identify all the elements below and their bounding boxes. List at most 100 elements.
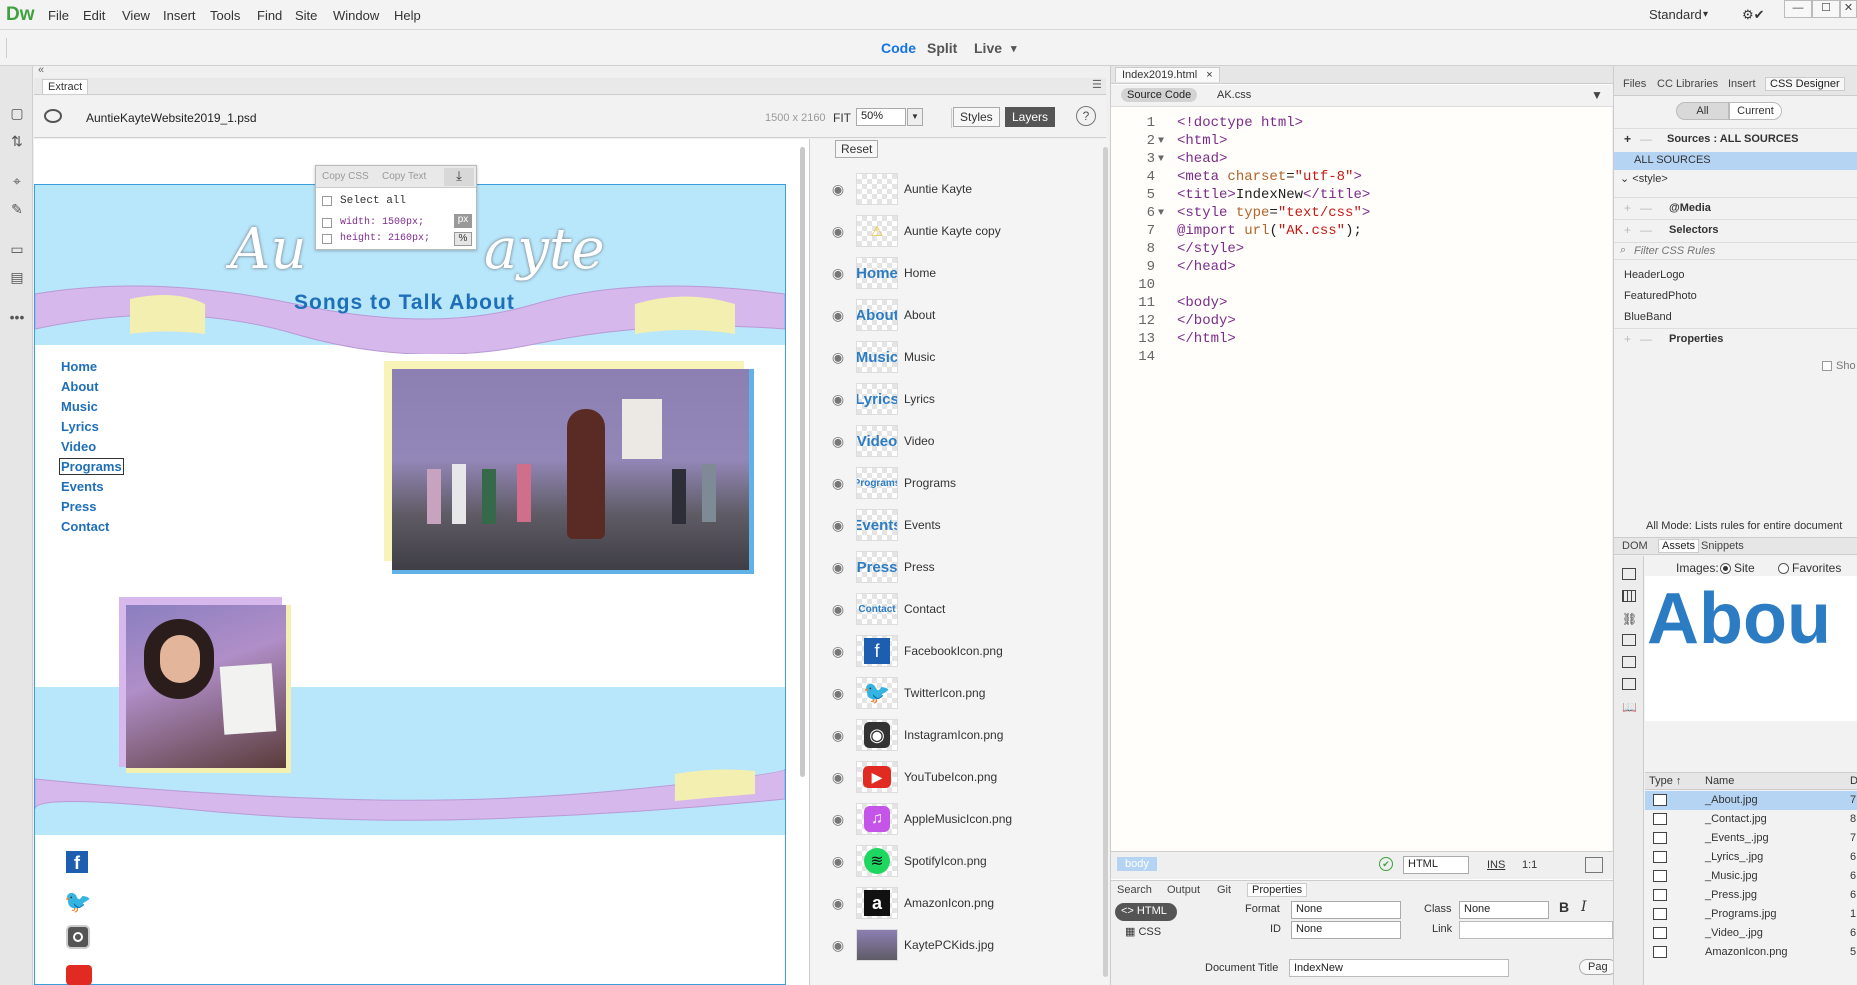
reset-button[interactable]: Reset bbox=[835, 140, 879, 158]
code-area[interactable]: 1 <!doctype html> 2 ▼ <html> 3 ▼ <head> 4 <met… bbox=[1111, 114, 1613, 366]
asset-row[interactable]: _Programs.jpg 1 bbox=[1645, 905, 1857, 924]
col-name[interactable]: Name bbox=[1705, 775, 1734, 787]
selector-headerlogo[interactable]: HeaderLogo bbox=[1624, 269, 1685, 281]
height-checkbox[interactable] bbox=[322, 234, 332, 244]
images-icon[interactable] bbox=[1622, 568, 1636, 580]
menu-view[interactable]: View bbox=[122, 8, 150, 23]
layer-row[interactable]: ◉ Home Home bbox=[810, 253, 1109, 295]
layer-row[interactable]: ◉ Programs Programs bbox=[810, 463, 1109, 505]
asset-row[interactable]: _Contact.jpg 8 bbox=[1645, 810, 1857, 829]
linting-ok-icon[interactable]: ✔ bbox=[1379, 857, 1393, 871]
code-view-button[interactable]: Code bbox=[881, 40, 916, 56]
asset-row[interactable]: _Music.jpg 6 bbox=[1645, 867, 1857, 886]
maximize-icon[interactable]: ☐ bbox=[1812, 0, 1840, 18]
width-checkbox[interactable] bbox=[322, 218, 332, 228]
menu-window[interactable]: Window bbox=[333, 8, 379, 23]
unit-px-toggle[interactable]: px bbox=[454, 214, 472, 228]
menu-site[interactable]: Site bbox=[295, 8, 317, 23]
nav-lyrics[interactable]: Lyrics bbox=[61, 419, 99, 434]
eye-icon[interactable]: ◉ bbox=[830, 433, 846, 449]
brush-icon[interactable]: ✎ bbox=[8, 200, 26, 218]
copy-css-button[interactable]: Copy CSS bbox=[322, 171, 369, 182]
download-icon[interactable]: ⤓ bbox=[444, 168, 474, 186]
insert-mode[interactable]: INS bbox=[1487, 859, 1505, 871]
source-all-sources[interactable]: ALL SOURCES bbox=[1614, 152, 1857, 170]
canvas-scrollbar[interactable] bbox=[800, 147, 805, 777]
eye-icon[interactable]: ◉ bbox=[830, 307, 846, 323]
layer-row[interactable]: ◉ About About bbox=[810, 295, 1109, 337]
layer-row[interactable]: ◉ Press Press bbox=[810, 547, 1109, 589]
layer-row[interactable]: ◉ ◉ InstagramIcon.png bbox=[810, 715, 1109, 757]
close-tab-icon[interactable]: × bbox=[1206, 69, 1212, 81]
nav-events[interactable]: Events bbox=[61, 479, 104, 494]
col-type[interactable]: Type ↑ bbox=[1649, 775, 1681, 787]
sort-icon[interactable]: ⇅ bbox=[8, 132, 26, 150]
filter-css-rules-input[interactable] bbox=[1634, 244, 1844, 258]
page-properties-button[interactable]: Pag bbox=[1579, 959, 1617, 975]
link-icon[interactable]: ⛓ bbox=[1622, 612, 1637, 626]
add-media-icon[interactable]: + bbox=[1624, 201, 1631, 215]
eye-icon[interactable]: ◉ bbox=[830, 769, 846, 785]
layer-row[interactable]: ◉ Video Video bbox=[810, 421, 1109, 463]
layers-button[interactable]: Layers bbox=[1005, 107, 1056, 127]
close-icon[interactable]: ✕ bbox=[1840, 0, 1857, 18]
minimize-icon[interactable]: — bbox=[1784, 0, 1812, 18]
link-input[interactable] bbox=[1459, 921, 1613, 939]
selector-featuredphoto[interactable]: FeaturedPhoto bbox=[1624, 290, 1697, 302]
library-icon[interactable]: 📖 bbox=[1622, 700, 1637, 714]
templates-icon[interactable] bbox=[1622, 678, 1636, 690]
scripts-icon[interactable] bbox=[1622, 656, 1636, 668]
eye-icon[interactable]: ◉ bbox=[830, 643, 846, 659]
media-icon[interactable] bbox=[1622, 634, 1636, 646]
class-select[interactable]: None bbox=[1459, 901, 1549, 919]
add-selector-icon[interactable]: + bbox=[1624, 223, 1631, 237]
nav-music[interactable]: Music bbox=[61, 399, 98, 414]
twitter-icon[interactable]: 🐦 bbox=[64, 889, 92, 914]
extract-tab[interactable]: Extract bbox=[42, 79, 89, 94]
eye-icon[interactable]: ◉ bbox=[830, 475, 846, 491]
layout-icon[interactable]: ▤ bbox=[8, 268, 26, 286]
more-icon[interactable]: ••• bbox=[8, 308, 26, 326]
eye-icon[interactable]: ◉ bbox=[830, 727, 846, 743]
layer-row[interactable]: ◉ Contact Contact bbox=[810, 589, 1109, 631]
eye-icon[interactable]: ◉ bbox=[830, 811, 846, 827]
eye-icon[interactable]: ◉ bbox=[830, 937, 846, 953]
nav-contact[interactable]: Contact bbox=[61, 519, 109, 534]
tab-properties[interactable]: Properties bbox=[1247, 883, 1308, 897]
source-code-button[interactable]: Source Code bbox=[1121, 88, 1198, 102]
menu-find[interactable]: Find bbox=[257, 8, 282, 23]
asset-row[interactable]: AmazonIcon.png 5 bbox=[1645, 943, 1857, 962]
help-icon[interactable]: ? bbox=[1076, 106, 1096, 126]
asset-row[interactable]: _Lyrics_.jpg 6 bbox=[1645, 848, 1857, 867]
facebook-icon[interactable]: f bbox=[66, 851, 88, 873]
eye-icon[interactable]: ◉ bbox=[830, 517, 846, 533]
layer-row[interactable]: ◉ a AmazonIcon.png bbox=[810, 883, 1109, 925]
tab-assets[interactable]: Assets bbox=[1658, 539, 1700, 553]
layer-row[interactable]: ◉ ≋ SpotifyIcon.png bbox=[810, 841, 1109, 883]
panel-menu-icon[interactable]: ☰ bbox=[1092, 78, 1102, 91]
document-type-select[interactable]: HTML bbox=[1403, 856, 1469, 874]
layer-row[interactable]: ◉ Events Events bbox=[810, 505, 1109, 547]
col-dimensions[interactable]: D bbox=[1850, 775, 1857, 787]
sync-settings-icon[interactable]: ⚙✔ bbox=[1742, 7, 1765, 23]
nav-about[interactable]: About bbox=[61, 379, 99, 394]
creative-cloud-icon[interactable] bbox=[44, 109, 62, 123]
html-mode-button[interactable]: <> HTML bbox=[1115, 903, 1177, 921]
tab-files[interactable]: Files bbox=[1623, 78, 1646, 90]
id-select[interactable]: None bbox=[1291, 921, 1401, 939]
remove-selector-icon[interactable]: — bbox=[1640, 223, 1652, 237]
layer-row[interactable]: ◉ 🐦 TwitterIcon.png bbox=[810, 673, 1109, 715]
source-style-tag[interactable]: ⌄ <style> bbox=[1620, 172, 1668, 185]
document-tab[interactable]: Index2019.html × bbox=[1115, 67, 1220, 82]
collapse-panel-icon[interactable]: « bbox=[38, 64, 44, 76]
layer-row[interactable]: ◉ f FacebookIcon.png bbox=[810, 631, 1109, 673]
menu-file[interactable]: File bbox=[48, 8, 69, 23]
menu-edit[interactable]: Edit bbox=[83, 8, 105, 23]
remove-property-icon[interactable]: — bbox=[1640, 332, 1652, 346]
asset-row[interactable]: _Press.jpg 6 bbox=[1645, 886, 1857, 905]
asset-row[interactable]: _Events_.jpg 7 bbox=[1645, 829, 1857, 848]
show-set-checkbox[interactable] bbox=[1822, 361, 1832, 371]
fit-label[interactable]: FIT bbox=[833, 111, 851, 125]
menu-help[interactable]: Help bbox=[394, 8, 421, 23]
workspace-switcher[interactable]: Standard bbox=[1649, 7, 1702, 22]
